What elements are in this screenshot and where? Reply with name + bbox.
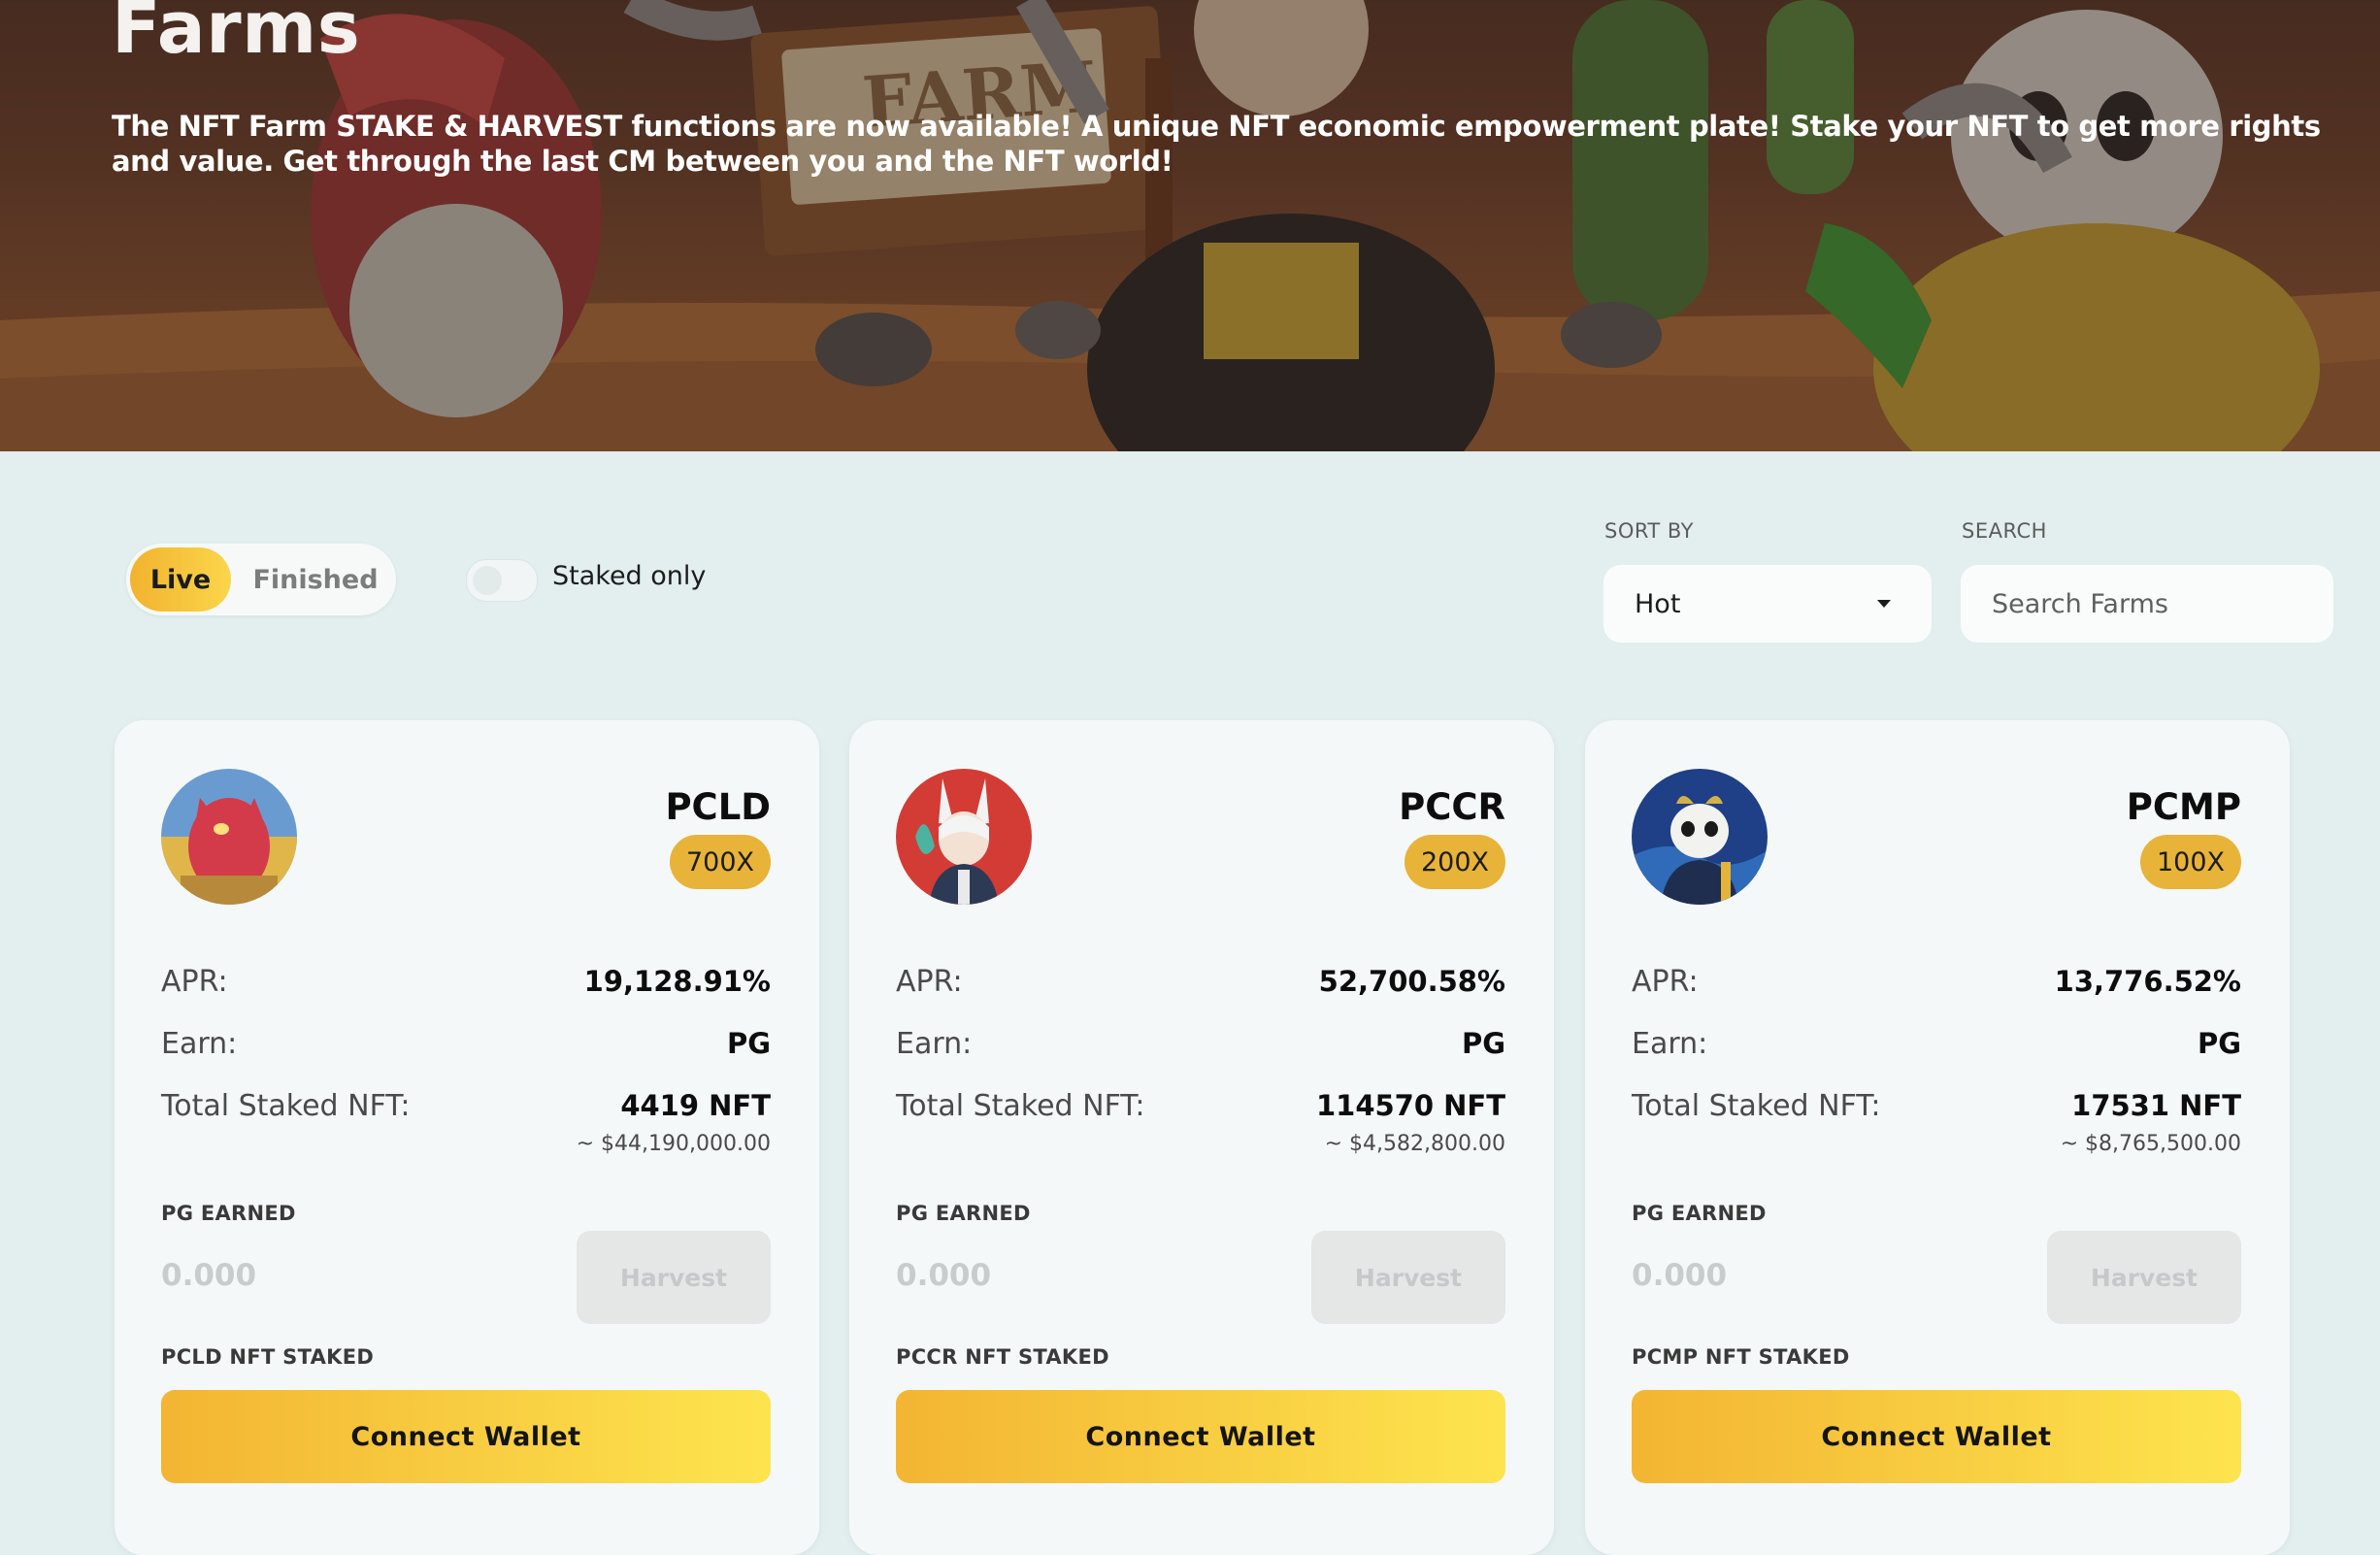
live-finished-tabs: Live Finished <box>126 544 396 615</box>
sort-selected-value: Hot <box>1635 588 1681 619</box>
farm-card: PCCR 200X APR: 52,700.58% Earn: PG Total… <box>849 720 1554 1555</box>
apr-label: APR: <box>896 965 963 999</box>
red-dragon-avatar-icon <box>161 769 297 905</box>
staked-only-toggle[interactable] <box>466 559 538 602</box>
total-staked-value: 4419 NFT <box>620 1089 771 1122</box>
pg-earned-value: 0.000 <box>896 1258 992 1293</box>
total-staked-label: Total Staked NFT: <box>161 1089 411 1123</box>
apr-value: 52,700.58% <box>1318 965 1505 998</box>
apr-value: 13,776.52% <box>2054 965 2241 998</box>
total-staked-usd: ~ $4,582,800.00 <box>1324 1132 1505 1156</box>
earn-value: PG <box>1461 1027 1505 1060</box>
tab-live[interactable]: Live <box>130 547 231 612</box>
rabbit-warrior-avatar-icon <box>896 769 1032 905</box>
harvest-button[interactable]: Harvest <box>1311 1231 1505 1324</box>
caret-down-icon <box>1877 600 1891 608</box>
harvest-button[interactable]: Harvest <box>577 1231 771 1324</box>
multiplier-badge: 200X <box>1404 835 1505 889</box>
pg-earned-label: PG EARNED <box>896 1202 1031 1225</box>
farm-card: PCLD 700X APR: 19,128.91% Earn: PG Total… <box>115 720 819 1555</box>
sort-by-label: SORT BY <box>1604 519 1695 543</box>
earn-label: Earn: <box>161 1027 238 1061</box>
pg-earned-value: 0.000 <box>1632 1258 1728 1293</box>
total-staked-value: 17531 NFT <box>2071 1089 2241 1122</box>
pg-earned-label: PG EARNED <box>161 1202 296 1225</box>
multiplier-badge: 700X <box>669 835 771 889</box>
earn-label: Earn: <box>896 1027 973 1061</box>
earn-value: PG <box>2197 1027 2241 1060</box>
apr-value: 19,128.91% <box>583 965 771 998</box>
farm-ticker: PCMP <box>2126 786 2241 828</box>
pg-earned-value: 0.000 <box>161 1258 257 1293</box>
connect-wallet-button[interactable]: Connect Wallet <box>161 1390 771 1483</box>
hero-banner: FARM Farms The NFT Farm STAKE & HARVEST … <box>0 0 2380 451</box>
tab-finished[interactable]: Finished <box>243 547 388 612</box>
total-staked-value: 114570 NFT <box>1315 1089 1505 1122</box>
earn-label: Earn: <box>1632 1027 1708 1061</box>
total-staked-usd: ~ $8,765,500.00 <box>2060 1132 2241 1156</box>
toggle-knob <box>473 566 502 595</box>
search-label: SEARCH <box>1962 519 2047 543</box>
panda-avatar-icon <box>1632 769 1768 905</box>
apr-label: APR: <box>161 965 228 999</box>
apr-label: APR: <box>1632 965 1699 999</box>
multiplier-badge: 100X <box>2139 835 2241 889</box>
page-description: The NFT Farm STAKE & HARVEST functions a… <box>112 110 2321 178</box>
total-staked-label: Total Staked NFT: <box>1632 1089 1881 1123</box>
nft-staked-label: PCCR NFT STAKED <box>896 1345 1109 1369</box>
total-staked-usd: ~ $44,190,000.00 <box>576 1132 771 1156</box>
staked-only-label: Staked only <box>552 561 707 591</box>
connect-wallet-button[interactable]: Connect Wallet <box>896 1390 1505 1483</box>
sort-select[interactable]: Hot <box>1603 565 1932 643</box>
page-title: Farms <box>112 0 361 70</box>
pg-earned-label: PG EARNED <box>1632 1202 1767 1225</box>
total-staked-label: Total Staked NFT: <box>896 1089 1145 1123</box>
search-input[interactable] <box>1961 565 2333 643</box>
earn-value: PG <box>726 1027 771 1060</box>
nft-staked-label: PCMP NFT STAKED <box>1632 1345 1850 1369</box>
nft-staked-label: PCLD NFT STAKED <box>161 1345 375 1369</box>
farm-ticker: PCLD <box>665 786 771 828</box>
harvest-button[interactable]: Harvest <box>2047 1231 2241 1324</box>
farm-ticker: PCCR <box>1399 786 1505 828</box>
connect-wallet-button[interactable]: Connect Wallet <box>1632 1390 2241 1483</box>
farm-card: PCMP 100X APR: 13,776.52% Earn: PG Total… <box>1585 720 2290 1555</box>
